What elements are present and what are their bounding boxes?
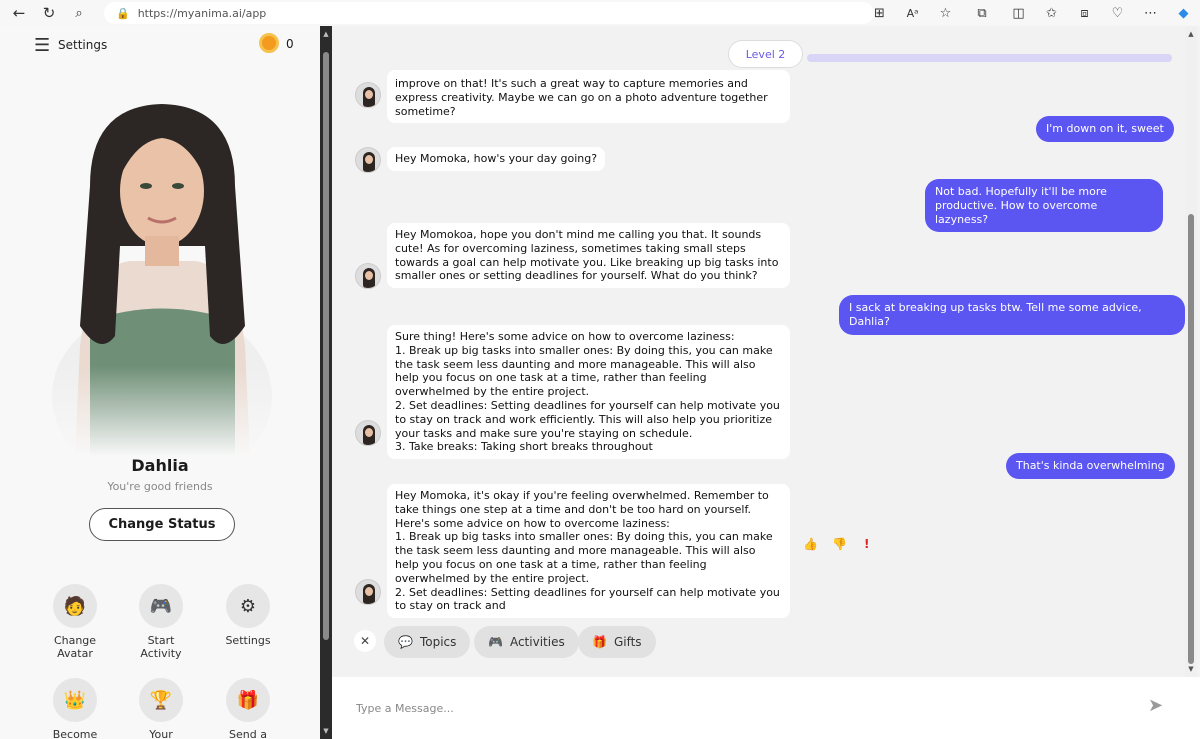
user-message: I'm down on it, sweet xyxy=(1036,116,1174,142)
split-screen-icon[interactable]: ◫ xyxy=(1002,6,1035,21)
scroll-up-icon[interactable]: ▲ xyxy=(1185,30,1197,38)
copilot-icon[interactable]: ◆ xyxy=(1167,6,1200,21)
sidebar-scrollbar[interactable]: ▲ ▼ xyxy=(320,26,332,739)
apps-icon[interactable]: ⊞ xyxy=(863,6,896,21)
send-gift-button[interactable]: 🎁 Send a xyxy=(208,678,288,739)
action-label: Your xyxy=(149,728,173,739)
extensions-icon[interactable]: ⧉ xyxy=(962,6,1002,21)
bot-avatar xyxy=(355,147,381,173)
action-label: Send a xyxy=(229,728,267,739)
action-label: Start Activity xyxy=(140,634,182,660)
user-message: I sack at breaking up tasks btw. Tell me… xyxy=(839,295,1185,335)
character-name: Dahlia xyxy=(131,456,189,475)
level-badge: Level 2 xyxy=(729,41,802,67)
start-activity-button[interactable]: 🎮 Start Activity xyxy=(121,584,201,660)
gamepad-icon: 🎮 xyxy=(488,635,503,649)
gift-icon: 🎁 xyxy=(592,635,607,649)
scroll-down-icon[interactable]: ▼ xyxy=(320,727,332,735)
lock-icon: 🔒 xyxy=(116,6,130,20)
topics-chip[interactable]: 💬 Topics xyxy=(384,626,471,658)
browser-toolbar: ← ↻ ⌕ 🔒 https://myanima.ai/app ⊞ Aᵃ ☆ ⧉ … xyxy=(0,0,1200,26)
action-label: Settings xyxy=(225,634,271,647)
gift-icon: 🎁 xyxy=(226,678,270,722)
bot-message: improve on that! It's such a great way t… xyxy=(387,70,790,124)
bot-message: Hey Momokoa, hope you don't mind me call… xyxy=(387,223,790,289)
bot-avatar xyxy=(355,82,381,108)
user-message: That's kinda overwhelming xyxy=(1006,453,1175,479)
hamburger-menu-icon[interactable]: ☰ xyxy=(34,35,50,56)
report-icon[interactable]: ! xyxy=(864,537,869,551)
change-status-button[interactable]: Change Status xyxy=(89,508,235,541)
bot-message: Hey Momoka, how's your day going? xyxy=(387,147,606,171)
scroll-up-icon[interactable]: ▲ xyxy=(320,30,332,38)
chat-area: Level 2 improve on that! It's such a gre… xyxy=(332,26,1185,677)
collections-icon[interactable]: ⧈ xyxy=(1068,6,1101,21)
change-avatar-button[interactable]: 🧑 Change Avatar xyxy=(35,584,115,660)
activities-chip[interactable]: 🎮 Activities xyxy=(474,626,579,658)
character-panel: ☰ Settings 0 Dahlia You're good friends … xyxy=(0,26,320,739)
coin-count: 0 xyxy=(286,37,294,51)
crown-icon: 👑 xyxy=(53,678,97,722)
thumbs-up-icon[interactable]: 👍 xyxy=(803,537,818,551)
chat-scrollbar[interactable]: ▲ ▼ xyxy=(1185,26,1197,677)
scroll-down-icon[interactable]: ▼ xyxy=(1185,665,1197,673)
browser-essentials-icon[interactable]: ♡ xyxy=(1101,6,1134,21)
character-avatar-image xyxy=(50,96,275,456)
thumbs-down-icon[interactable]: 👎 xyxy=(832,537,847,551)
bot-avatar xyxy=(355,420,381,446)
read-aloud-icon[interactable]: Aᵃ xyxy=(896,7,929,20)
browser-actions: ⊞ Aᵃ ☆ ⧉ ◫ ✩ ⧈ ♡ ⋯ ◆ xyxy=(863,0,1200,26)
search-icon[interactable]: ⌕ xyxy=(64,0,94,26)
scrollbar-thumb[interactable] xyxy=(1188,214,1194,664)
gifts-chip[interactable]: 🎁 Gifts xyxy=(578,626,656,658)
chip-label: Gifts xyxy=(613,635,642,649)
trophy-icon: 🏆 xyxy=(139,678,183,722)
level-progress-bar xyxy=(807,54,1172,62)
become-button[interactable]: 👑 Become xyxy=(35,678,115,739)
bot-message: Hey Momoka, it's okay if you're feeling … xyxy=(387,484,790,619)
more-icon[interactable]: ⋯ xyxy=(1134,6,1167,21)
bot-avatar xyxy=(355,263,381,289)
back-icon[interactable]: ← xyxy=(4,0,34,26)
chip-label: Topics xyxy=(419,635,457,649)
action-label: Change Avatar xyxy=(53,634,97,660)
relationship-status: You're good friends xyxy=(107,480,213,493)
reload-icon[interactable]: ↻ xyxy=(34,0,64,26)
send-icon[interactable]: ➤ xyxy=(1148,695,1163,716)
chip-label: Activities xyxy=(509,635,565,649)
speech-bubble-icon: 💬 xyxy=(398,635,413,649)
bot-avatar xyxy=(355,579,381,605)
favorites-icon[interactable]: ✩ xyxy=(1035,6,1068,21)
close-icon[interactable]: ✕ xyxy=(354,630,376,652)
gamepad-icon: 🎮 xyxy=(139,584,183,628)
action-label: Become xyxy=(52,728,98,739)
message-composer: ➤ xyxy=(332,677,1200,739)
gear-icon: ⚙ xyxy=(226,584,270,628)
scrollbar-thumb[interactable] xyxy=(323,52,329,640)
settings-button[interactable]: ⚙ Settings xyxy=(208,584,288,647)
your-button[interactable]: 🏆 Your xyxy=(121,678,201,739)
message-input[interactable] xyxy=(356,697,1116,719)
favorite-star-icon[interactable]: ☆ xyxy=(929,6,962,21)
address-bar[interactable]: 🔒 https://myanima.ai/app xyxy=(104,2,874,24)
user-message: Not bad. Hopefully it'll be more product… xyxy=(925,179,1163,233)
url-text: https://myanima.ai/app xyxy=(137,6,267,20)
settings-link[interactable]: Settings xyxy=(58,38,107,52)
coin-icon xyxy=(259,33,279,53)
bot-message: Sure thing! Here's some advice on how to… xyxy=(387,325,790,460)
avatar-face-icon: 🧑 xyxy=(53,584,97,628)
